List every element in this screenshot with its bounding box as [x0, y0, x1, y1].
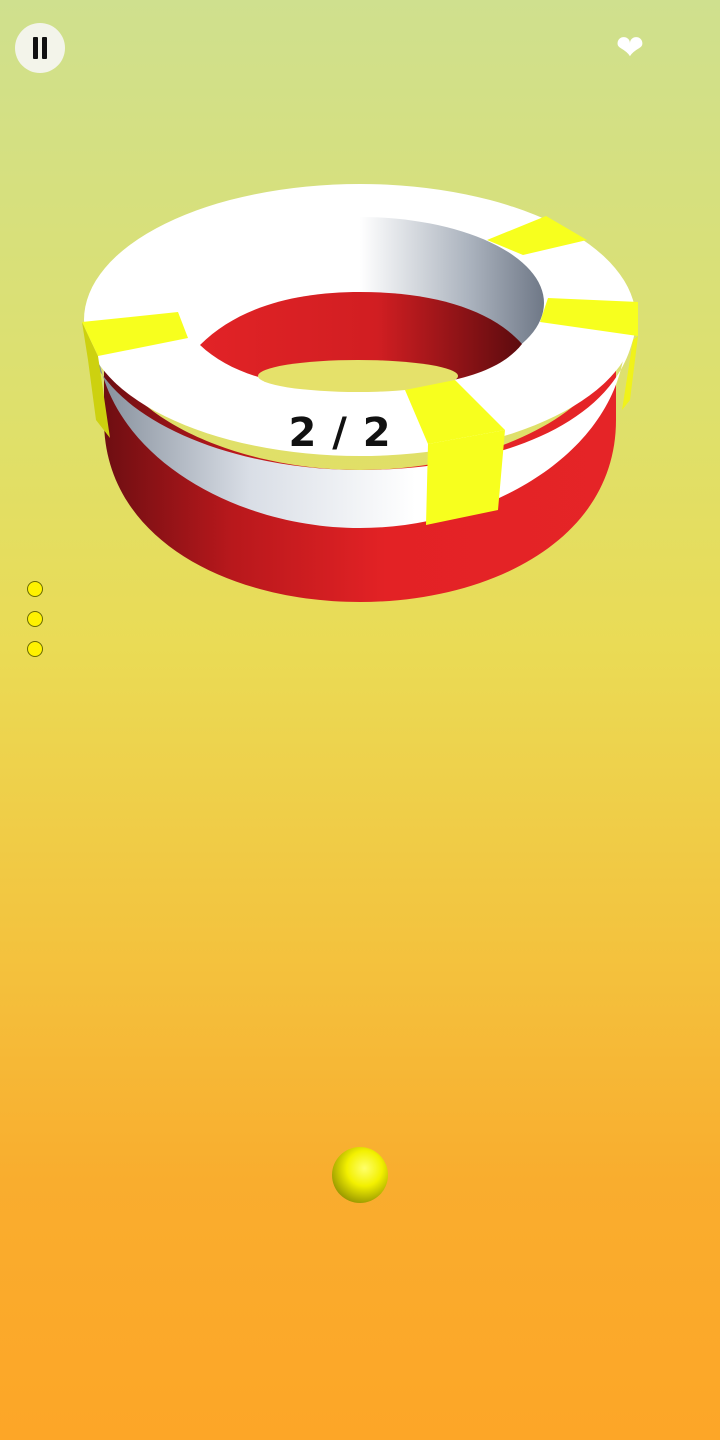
heart-icon: ❤ [615, 28, 645, 68]
ammo-ball [27, 611, 43, 627]
pause-button[interactable] [15, 23, 65, 73]
game-scene[interactable] [0, 0, 720, 1440]
level-progress: 2 / 2 [288, 410, 392, 456]
pause-icon-bar [42, 37, 47, 59]
pause-icon [33, 37, 38, 59]
ammo-ball [27, 641, 43, 657]
target-ring [82, 184, 638, 602]
ammo-ball [27, 581, 43, 597]
player-ball[interactable] [332, 1147, 388, 1203]
